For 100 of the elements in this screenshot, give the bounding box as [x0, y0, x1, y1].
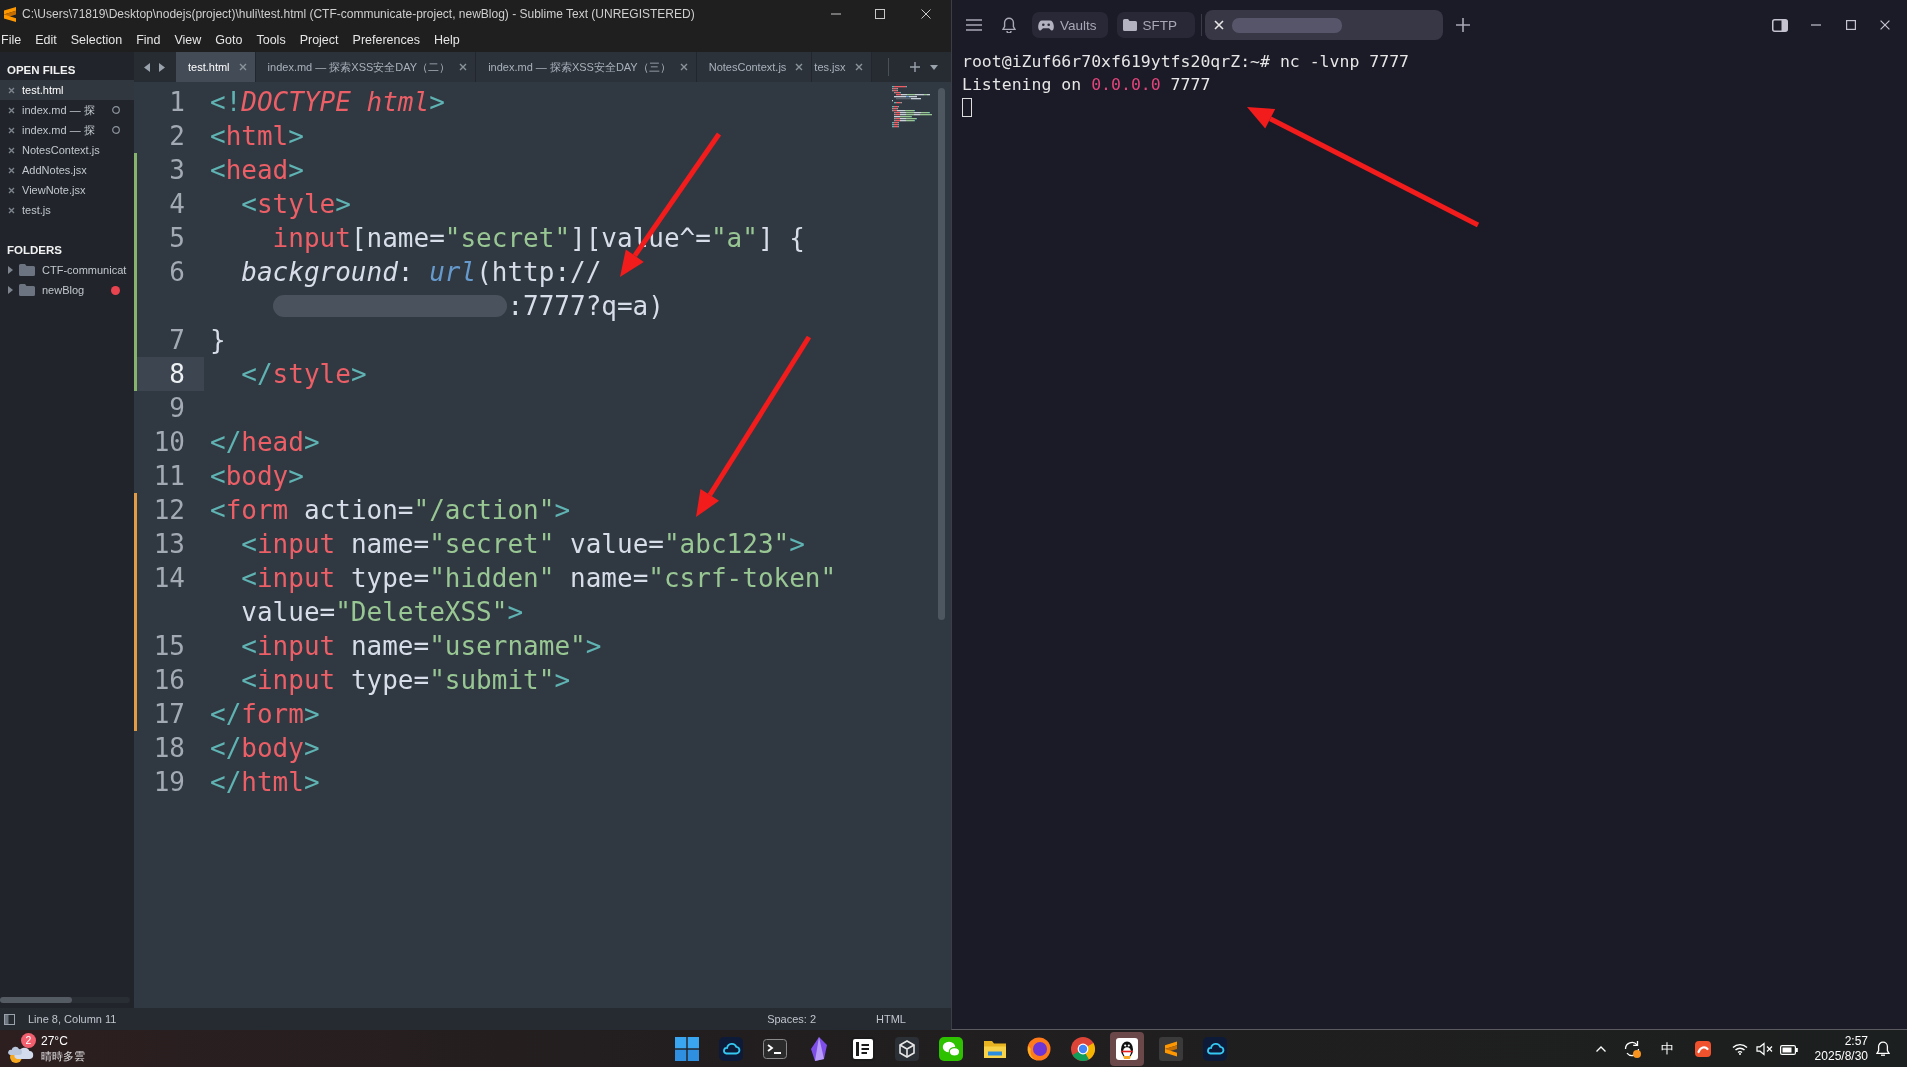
bell-icon[interactable]: [1002, 17, 1016, 33]
close-icon[interactable]: [8, 126, 15, 134]
code-line: <!DOCTYPE html>: [210, 86, 445, 119]
open-file-item[interactable]: NotesContext.js: [0, 140, 134, 160]
menu-item[interactable]: Edit: [35, 33, 57, 47]
toolbar-button[interactable]: Vaults: [1032, 12, 1108, 38]
code-line: </body>: [210, 732, 320, 765]
open-file-item[interactable]: index.md — 探: [0, 120, 134, 140]
menu-item[interactable]: Help: [433, 33, 460, 47]
sidebar-toggle-icon[interactable]: [1772, 18, 1788, 32]
close-icon[interactable]: [8, 166, 15, 174]
muted-speaker-icon[interactable]: [1756, 1041, 1773, 1056]
menu-item[interactable]: View: [174, 33, 202, 47]
maximize-icon[interactable]: [875, 9, 885, 19]
cloud-app-icon[interactable]: [1203, 1036, 1227, 1061]
wifi-icon[interactable]: [1732, 1042, 1748, 1055]
notification-bell-icon[interactable]: [1876, 1040, 1890, 1057]
line-number: 16: [153, 664, 185, 697]
ime-logo-icon[interactable]: [1695, 1040, 1711, 1057]
collapsed-triangle-icon[interactable]: [8, 286, 13, 294]
code-line: background: url(http://: [241, 256, 602, 289]
open-file-item[interactable]: test.html: [0, 80, 134, 100]
open-file-item[interactable]: index.md — 探: [0, 100, 134, 120]
line-number: 7: [169, 324, 185, 357]
chevron-up-icon[interactable]: [1596, 1045, 1606, 1052]
close-icon[interactable]: [679, 63, 688, 71]
sync-icon[interactable]: [1623, 1039, 1641, 1058]
chat-bubbles-icon[interactable]: [939, 1036, 963, 1061]
cube-icon[interactable]: [895, 1036, 919, 1061]
open-file-item[interactable]: test.js: [0, 200, 134, 220]
plus-icon[interactable]: [910, 62, 920, 72]
cloud-app-icon[interactable]: [719, 1036, 743, 1061]
menu-item[interactable]: File: [1, 33, 22, 47]
folder-item[interactable]: CTF-communicat: [0, 260, 134, 280]
code-line: <html>: [210, 120, 304, 153]
close-icon[interactable]: [459, 63, 468, 71]
code-line: </style>: [241, 358, 367, 391]
indentation-setting[interactable]: Spaces: 2: [767, 1013, 817, 1025]
code-line: <input name="secret" value="abc123">: [241, 528, 805, 561]
code-line: <head>: [210, 154, 304, 187]
close-icon[interactable]: [795, 63, 804, 71]
cross-icon: [1214, 20, 1225, 30]
close-icon[interactable]: [1880, 20, 1890, 30]
close-icon[interactable]: [921, 9, 931, 19]
new-tab-icon[interactable]: [1456, 18, 1471, 32]
code-line: </html>: [210, 766, 320, 799]
open-file-item[interactable]: ViewNote.jsx: [0, 180, 134, 200]
gamepad-icon: [1038, 18, 1054, 32]
terminal-icon[interactable]: [763, 1036, 787, 1061]
code-line: <form action="/action">: [210, 494, 571, 527]
input-method-indicator[interactable]: 中: [1661, 1039, 1674, 1058]
tab[interactable]: tes.jsx: [812, 52, 872, 82]
scrollbar-thumb[interactable]: [938, 88, 945, 620]
browser-logo-icon[interactable]: [1027, 1036, 1051, 1061]
dropdown-caret-icon[interactable]: [930, 64, 938, 70]
line-number: 2: [169, 120, 185, 153]
code-line: <style>: [241, 188, 351, 221]
start-icon[interactable]: [675, 1036, 699, 1061]
line-number: 14: [153, 562, 185, 595]
code-line: <body>: [210, 460, 304, 493]
penguin-icon[interactable]: [1110, 1031, 1144, 1066]
folder-item[interactable]: newBlog: [0, 280, 134, 300]
toolbar-button[interactable]: SFTP: [1116, 12, 1196, 38]
clock-date[interactable]: 2025/8/30: [1814, 1048, 1868, 1064]
tab[interactable]: NotesContext.js: [696, 52, 813, 82]
notebook-icon[interactable]: [851, 1036, 875, 1061]
browser-icon[interactable]: [1071, 1036, 1095, 1061]
tab[interactable]: index.md — 探索XSS安全DAY（三）: [476, 52, 697, 82]
close-icon[interactable]: [8, 186, 15, 194]
tab[interactable]: test.html: [176, 52, 256, 82]
battery-icon[interactable]: [1780, 1042, 1798, 1055]
menu-item[interactable]: Project: [299, 33, 339, 47]
menu-item[interactable]: Preferences: [352, 33, 420, 47]
open-file-item[interactable]: AddNotes.jsx: [0, 160, 134, 180]
close-icon[interactable]: [8, 206, 15, 214]
collapsed-triangle-icon[interactable]: [8, 266, 13, 274]
panel-toggle-icon[interactable]: [4, 1013, 15, 1025]
maximize-icon[interactable]: [1846, 20, 1856, 30]
menu-item[interactable]: Find: [136, 33, 161, 47]
close-icon[interactable]: [8, 106, 15, 114]
menu-item[interactable]: Tools: [256, 33, 286, 47]
next-arrow-icon[interactable]: [159, 62, 165, 72]
previous-arrow-icon[interactable]: [144, 62, 150, 72]
forecast-text: 晴時多雲: [41, 1048, 85, 1064]
scrollbar-thumb[interactable]: [0, 997, 72, 1003]
tab[interactable]: index.md — 探索XSS安全DAY（二）: [255, 52, 477, 82]
syntax-setting[interactable]: HTML: [876, 1013, 906, 1025]
clock-time[interactable]: 2:57: [1844, 1033, 1868, 1049]
editor-logo-icon[interactable]: [1159, 1036, 1183, 1061]
code-line: value="DeleteXSS">: [241, 596, 524, 629]
folder-icon: [19, 264, 35, 276]
menu-item[interactable]: Selection: [70, 33, 123, 47]
line-number: 11: [153, 460, 185, 493]
close-icon[interactable]: [8, 146, 15, 154]
menu-item[interactable]: Goto: [215, 33, 243, 47]
close-icon[interactable]: [854, 63, 863, 71]
terminal-line: Listening on 0.0.0.0 7777: [962, 74, 1211, 96]
menu-icon[interactable]: [966, 19, 982, 31]
temperature-text: 27°C: [41, 1033, 68, 1049]
code-line: <input type="hidden" name="csrf-token": [241, 562, 837, 595]
